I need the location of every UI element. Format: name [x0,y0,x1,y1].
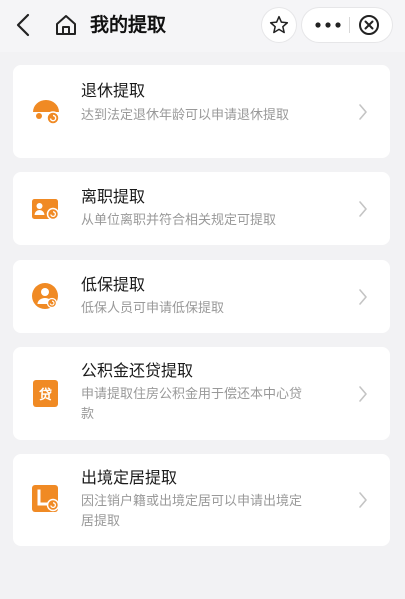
chevron-right-icon [359,201,367,217]
card-title: 低保提取 [81,275,146,294]
chevron-right-icon [359,289,367,305]
withdrawal-card-loan-repayment[interactable]: 贷 公积金还贷提取 申请提取住房公积金用于偿还本中心贷款 [13,347,390,440]
card-description: 低保人员可申请低保提取 [81,301,225,316]
chevron-right-icon [359,104,367,120]
withdrawal-card-retirement[interactable]: 退休提取 达到法定退休年龄可以申请退休提取 [13,65,390,158]
home-icon[interactable] [54,13,78,37]
card-description: 达到法定退休年龄可以申请退休提取 [81,108,290,123]
chevron-right-icon [359,492,367,508]
withdrawal-card-emigration[interactable]: 出境定居提取 因注销户籍或出境定居可以申请出境定居提取 [13,454,390,546]
capsule-menu [302,8,392,42]
more-icon[interactable] [312,15,344,35]
low-income-person-icon [32,283,58,309]
svg-text:贷: 贷 [39,387,52,403]
card-title: 离职提取 [81,187,146,206]
retirement-umbrella-icon [33,100,60,125]
top-navigation-bar: 我的提取 [0,0,405,52]
capsule-divider [349,17,350,33]
withdrawal-card-low-income[interactable]: 低保提取 低保人员可申请低保提取 [13,260,390,333]
card-title: 退休提取 [81,81,146,100]
emigration-settlement-icon [32,485,60,512]
favorite-button[interactable] [262,8,296,42]
withdrawal-card-resignation[interactable]: 离职提取 从单位离职并符合相关规定可提取 [13,172,390,245]
star-icon [269,15,289,34]
card-description: 申请提取住房公积金用于偿还本中心贷款 [81,387,303,422]
loan-repayment-icon: 贷 [33,380,58,407]
page-title: 我的提取 [90,14,167,36]
card-title: 出境定居提取 [81,468,178,487]
card-title: 公积金还贷提取 [81,361,194,380]
close-icon[interactable] [358,14,380,36]
card-description: 因注销户籍或出境定居可以申请出境定居提取 [81,494,303,529]
card-description: 从单位离职并符合相关规定可提取 [81,213,277,228]
chevron-right-icon [359,386,367,402]
resignation-card-icon [32,199,60,221]
back-arrow-icon[interactable] [12,12,36,38]
